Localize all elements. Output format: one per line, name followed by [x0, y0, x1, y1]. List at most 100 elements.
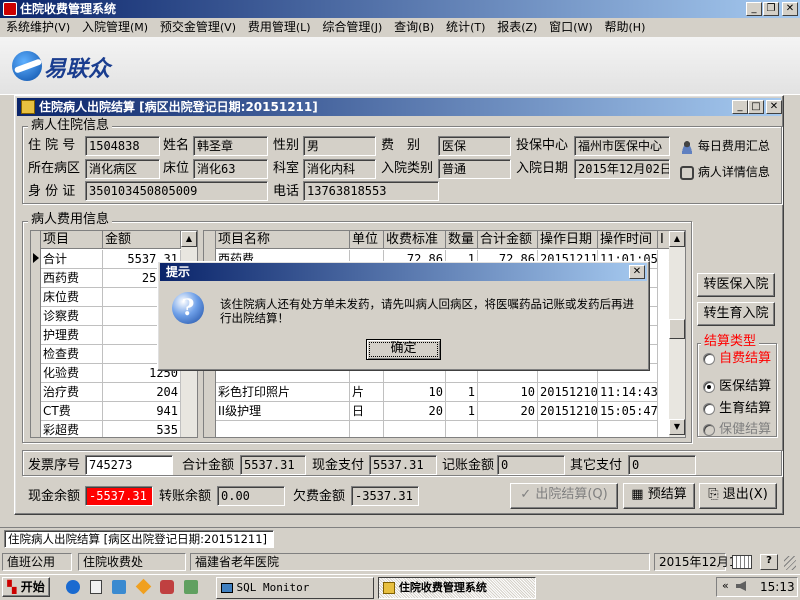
fee-summary-item-cell[interactable]: 护理费	[41, 326, 103, 345]
detail-scroll-thumb[interactable]	[669, 319, 685, 339]
owed-field[interactable]: -3537.31	[351, 486, 419, 506]
fee-summary-item-cell[interactable]: 西药费	[41, 269, 103, 288]
radio-healthcare[interactable]: 保健结算	[703, 418, 771, 437]
radio-healthcare-circle[interactable]	[703, 423, 715, 436]
detail-col-header[interactable]: 操作时间	[598, 231, 658, 249]
fee-summary-amount-cell[interactable]: 941	[103, 402, 181, 421]
transfer-maternity-button[interactable]: 转生育入院	[697, 302, 775, 326]
daily-summary-link[interactable]: 每日费用汇总	[680, 137, 770, 154]
detail-cell[interactable]: 片	[350, 383, 384, 402]
detail-cell[interactable]: 日	[350, 402, 384, 421]
cash-pay-field[interactable]: 5537.31	[369, 455, 437, 475]
other-field[interactable]: 0	[628, 455, 696, 475]
fee-type-field[interactable]: 医保	[438, 136, 511, 156]
menu-system[interactable]: 系统维护(V)	[2, 18, 74, 36]
total-field[interactable]: 5537.31	[240, 455, 306, 475]
insure-center-field[interactable]: 福州市医保中心	[574, 136, 670, 156]
minimize-button[interactable]: _	[746, 2, 762, 16]
radio-maternity[interactable]: 生育结算	[703, 397, 771, 416]
quicklaunch-app-icon[interactable]	[112, 580, 126, 594]
quicklaunch-doc-icon[interactable]	[90, 580, 102, 594]
resize-grip-icon[interactable]	[784, 556, 796, 570]
transfer-insurance-button[interactable]: 转医保入院	[697, 273, 775, 297]
bed-field[interactable]: 消化63	[193, 159, 268, 179]
alert-ok-button[interactable]: 确定	[366, 339, 441, 360]
fee-summary-item-cell[interactable]: 诊察费	[41, 307, 103, 326]
start-button[interactable]: ▚ 开始	[2, 577, 50, 597]
pre-settle-button[interactable]: ▦ 预结算	[623, 483, 695, 509]
menu-general[interactable]: 综合管理(J)	[318, 18, 386, 36]
ward-field[interactable]: 消化病区	[85, 159, 160, 179]
col-header-item[interactable]: 项目	[41, 231, 103, 249]
col-header-amount[interactable]: 金额	[103, 231, 181, 249]
detail-cell[interactable]	[478, 421, 538, 437]
discharge-settle-button[interactable]: ✓ 出院结算(Q)	[510, 483, 618, 509]
child-restore-button[interactable]: □	[748, 100, 764, 114]
radio-insurance-circle[interactable]	[703, 380, 715, 393]
fee-summary-item-cell[interactable]: 治疗费	[41, 383, 103, 402]
dept-field[interactable]: 消化内科	[303, 159, 376, 179]
detail-cell[interactable]: 20	[384, 402, 446, 421]
menu-fee[interactable]: 费用管理(L)	[244, 18, 315, 36]
menu-query[interactable]: 查询(B)	[390, 18, 438, 36]
fee-summary-item-cell[interactable]: 床位费	[41, 288, 103, 307]
detail-scroll-down-arrow-icon[interactable]: ▼	[669, 419, 685, 435]
restore-button[interactable]: ❐	[763, 2, 779, 16]
detail-cell[interactable]: 20	[478, 402, 538, 421]
detail-col-header[interactable]: 操作日期	[538, 231, 598, 249]
detail-cell[interactable]	[538, 421, 598, 437]
detail-cell[interactable]: 1	[446, 402, 478, 421]
detail-cell[interactable]: 11:14:43	[598, 383, 658, 402]
quicklaunch-tool-icon[interactable]	[160, 580, 174, 594]
alert-close-button[interactable]: ✕	[629, 265, 645, 279]
fee-summary-item-cell[interactable]: 彩超费	[41, 421, 103, 437]
fee-summary-item-cell[interactable]: 化验费	[41, 364, 103, 383]
detail-scroll-up-arrow-icon[interactable]: ▲	[669, 231, 685, 247]
menu-stats[interactable]: 统计(T)	[442, 18, 489, 36]
patient-detail-link[interactable]: 病人详情信息	[680, 163, 770, 180]
detail-cell[interactable]	[384, 421, 446, 437]
admit-date-field[interactable]: 2015年12月02日	[574, 159, 670, 179]
detail-col-header[interactable]: 收费标准	[384, 231, 446, 249]
invoice-field[interactable]: 745273	[85, 455, 173, 475]
detail-cell[interactable]	[598, 421, 658, 437]
mdi-tab-settlement[interactable]: 住院病人出院结算 [病区出院登记日期:20151211]	[4, 530, 274, 548]
fee-summary-item-cell[interactable]: 合计	[41, 250, 103, 269]
alert-title-bar[interactable]: 提示	[160, 263, 647, 281]
radio-maternity-circle[interactable]	[703, 402, 715, 415]
admit-type-field[interactable]: 普通	[438, 159, 511, 179]
exit-button[interactable]: ⎘ 退出(X)	[699, 483, 777, 509]
admission-no-field[interactable]: 1504838	[85, 136, 160, 156]
transfer-field[interactable]: 0.00	[217, 486, 285, 506]
taskbar-item-sql-monitor[interactable]: SQL Monitor	[216, 577, 374, 599]
radio-self-pay[interactable]: 自费结算	[703, 347, 771, 366]
detail-cell[interactable]: 20151210	[538, 402, 598, 421]
menu-window[interactable]: 窗口(W)	[545, 18, 596, 36]
detail-col-header[interactable]: 项目名称	[216, 231, 350, 249]
detail-cell[interactable]: 10	[384, 383, 446, 402]
phone-field[interactable]: 13763818553	[303, 181, 439, 201]
fee-summary-item-cell[interactable]: CT费	[41, 402, 103, 421]
detail-cell[interactable]: 20151210	[538, 383, 598, 402]
fee-summary-amount-cell[interactable]: 204	[103, 383, 181, 402]
quicklaunch-ie-icon[interactable]	[66, 580, 80, 594]
detail-cell[interactable]	[216, 421, 350, 437]
detail-col-header[interactable]: 合计金额	[478, 231, 538, 249]
detail-cell[interactable]	[446, 421, 478, 437]
sex-field[interactable]: 男	[303, 136, 376, 156]
app-icon[interactable]	[3, 2, 17, 16]
detail-col-header[interactable]: 单位	[350, 231, 384, 249]
menu-report[interactable]: 报表(Z)	[493, 18, 541, 36]
quicklaunch-net-icon[interactable]	[184, 580, 198, 594]
radio-self-pay-circle[interactable]	[703, 352, 715, 365]
child-close-button[interactable]: ✕	[766, 100, 782, 114]
cash-balance-field[interactable]: -5537.31	[85, 486, 153, 506]
scroll-up-arrow-icon[interactable]: ▲	[181, 231, 197, 247]
menu-admission[interactable]: 入院管理(M)	[78, 18, 152, 36]
detail-cell[interactable]	[350, 421, 384, 437]
detail-cell[interactable]: 1	[446, 383, 478, 402]
name-field[interactable]: 韩圣章	[193, 136, 268, 156]
taskbar-item-billing[interactable]: 住院收费管理系统	[378, 577, 536, 599]
fee-summary-item-cell[interactable]: 检查费	[41, 345, 103, 364]
child-minimize-button[interactable]: _	[732, 100, 748, 114]
